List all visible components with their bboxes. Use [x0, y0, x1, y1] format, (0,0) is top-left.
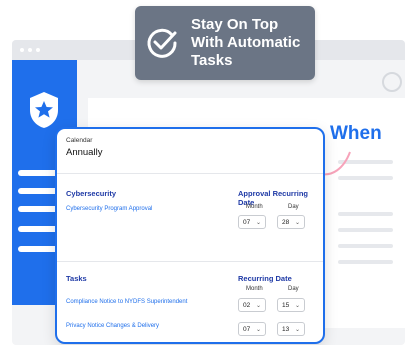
calendar-value[interactable]: Annually: [66, 147, 102, 158]
sidebar-nav-item[interactable]: [18, 170, 58, 176]
day-column-label: Day: [288, 286, 299, 292]
window-dot: [28, 48, 32, 52]
placeholder-line: [338, 228, 393, 232]
shield-star-icon: [30, 92, 58, 128]
day-select[interactable]: 15 ⌄: [277, 298, 305, 312]
placeholder-line: [338, 260, 393, 264]
tooltip-text: Stay On Top With Automatic Tasks: [191, 16, 311, 70]
day-column-label: Day: [288, 204, 299, 210]
month-select[interactable]: 07 ⌄: [238, 322, 266, 336]
day-select-value: 15: [282, 301, 290, 309]
sidebar-nav-item[interactable]: [18, 226, 58, 232]
task-link[interactable]: Compliance Notice to NYDFS Superintenden…: [66, 299, 187, 305]
chevron-down-icon: ⌄: [255, 219, 261, 226]
cybersecurity-program-approval-link[interactable]: Cybersecurity Program Approval: [66, 206, 152, 212]
window-dot: [20, 48, 24, 52]
chevron-down-icon: ⌄: [294, 326, 300, 333]
tooltip-line: Tasks: [191, 52, 233, 69]
chevron-down-icon: ⌄: [294, 302, 300, 309]
month-select-value: 02: [243, 301, 251, 309]
chevron-down-icon: ⌄: [294, 219, 300, 226]
chevron-down-icon: ⌄: [255, 302, 261, 309]
divider: [57, 173, 323, 174]
chevron-down-icon: ⌄: [255, 326, 261, 333]
check-circle-icon: [147, 28, 177, 58]
sidebar-nav-item[interactable]: [18, 246, 58, 252]
divider: [57, 261, 323, 262]
month-column-label: Month: [246, 286, 263, 292]
day-select-value: 13: [282, 325, 290, 333]
calendar-settings-card: Calendar Annually Cybersecurity Approval…: [55, 127, 325, 344]
tooltip-line: Stay On Top: [191, 16, 279, 33]
day-select[interactable]: 28 ⌄: [277, 215, 305, 229]
sidebar-nav-item[interactable]: [18, 206, 58, 212]
feature-tooltip: Stay On Top With Automatic Tasks: [135, 6, 315, 80]
task-link[interactable]: Privacy Notice Changes & Delivery: [66, 323, 159, 329]
month-select-value: 07: [243, 325, 251, 333]
calendar-label: Calendar: [66, 137, 93, 144]
window-dot: [36, 48, 40, 52]
tooltip-line: With Automatic: [191, 34, 301, 51]
month-select-value: 07: [243, 218, 251, 226]
placeholder-line: [338, 244, 393, 248]
user-avatar-icon[interactable]: [382, 72, 402, 92]
tasks-section-title: Tasks: [66, 274, 87, 283]
day-select[interactable]: 13 ⌄: [277, 322, 305, 336]
month-select[interactable]: 02 ⌄: [238, 298, 266, 312]
recurring-date-title: Recurring Date: [238, 274, 292, 283]
month-select[interactable]: 07 ⌄: [238, 215, 266, 229]
day-select-value: 28: [282, 218, 290, 226]
cybersecurity-section-title: Cybersecurity: [66, 189, 117, 198]
month-column-label: Month: [246, 204, 263, 210]
placeholder-line: [338, 212, 393, 216]
sidebar-nav-item[interactable]: [18, 188, 58, 194]
